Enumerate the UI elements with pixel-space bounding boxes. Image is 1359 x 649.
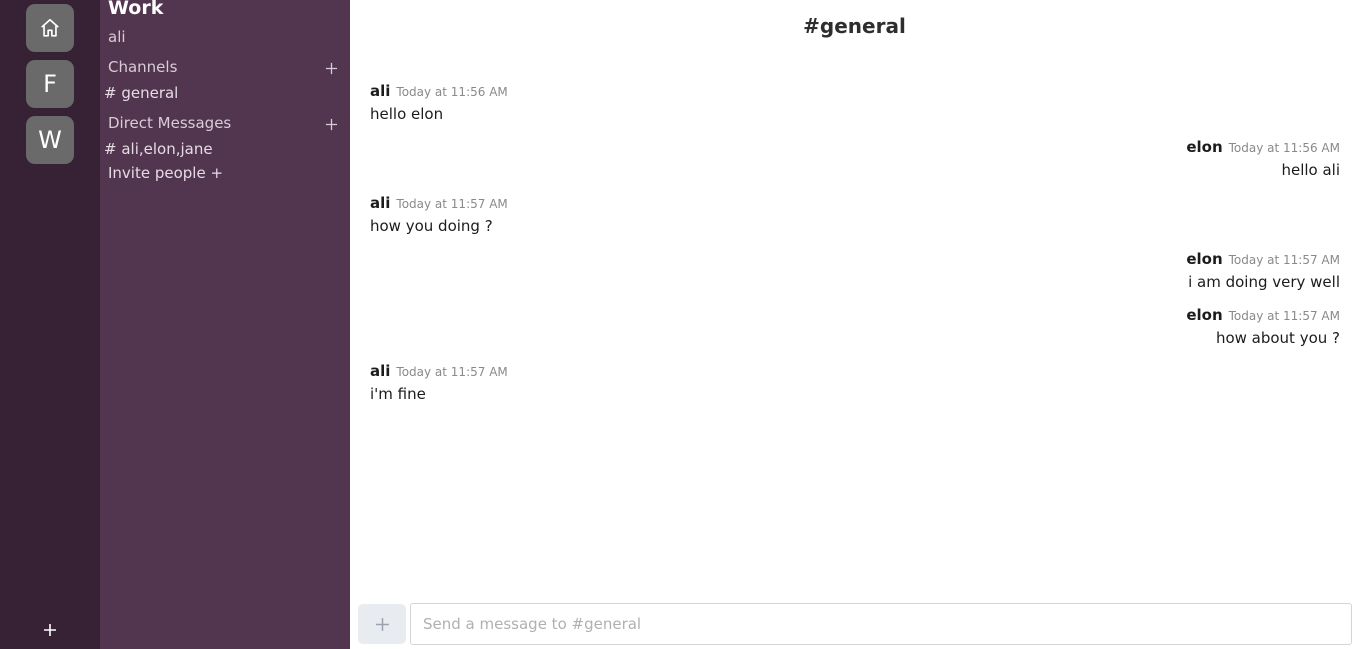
add-workspace-button[interactable]	[38, 618, 62, 642]
plus-icon	[375, 617, 389, 631]
sidebar-item-dm-ali-elon-jane[interactable]: # ali,elon,jane	[104, 140, 213, 158]
home-icon	[41, 18, 59, 37]
workspace-button-f[interactable]: F	[26, 60, 74, 108]
message-author[interactable]: ali	[370, 362, 390, 380]
message-text: i am doing very well	[1188, 273, 1340, 291]
current-user-name: ali	[108, 28, 126, 46]
message-text: how you doing ?	[370, 217, 493, 235]
channel-title: #general	[803, 14, 906, 38]
message-input[interactable]	[410, 603, 1352, 645]
home-button[interactable]	[26, 4, 74, 52]
message-author[interactable]: elon	[1186, 250, 1222, 268]
channel-sidebar: Work ali Channels # general Direct Messa…	[100, 0, 350, 649]
message-timestamp: Today at 11:56 AM	[396, 85, 508, 99]
message-author[interactable]: ali	[370, 82, 390, 100]
message-timestamp: Today at 11:57 AM	[1228, 253, 1340, 267]
message-text: i'm fine	[370, 385, 426, 403]
message-author[interactable]: elon	[1186, 306, 1222, 324]
message-author[interactable]: ali	[370, 194, 390, 212]
workspace-initial: F	[43, 70, 57, 98]
workspace-rail: F W	[0, 0, 100, 649]
plus-icon	[325, 62, 337, 74]
message-text: hello elon	[370, 105, 444, 123]
message-timestamp: Today at 11:57 AM	[396, 365, 508, 379]
sidebar-item-general[interactable]: # general	[104, 84, 178, 102]
plus-icon	[325, 118, 337, 130]
message-timestamp: Today at 11:57 AM	[396, 197, 508, 211]
add-direct-message-button[interactable]	[322, 115, 340, 133]
attach-button[interactable]	[358, 604, 406, 644]
chat-main: #general ali Today at 11:56 AM hello elon…	[350, 0, 1359, 649]
direct-messages-section-title[interactable]: Direct Messages	[108, 114, 231, 132]
message-text: how about you ?	[1215, 329, 1340, 347]
add-channel-button[interactable]	[322, 59, 340, 77]
plus-icon	[44, 624, 56, 636]
message-text: hello ali	[1281, 161, 1340, 179]
workspace-button-w[interactable]: W	[26, 116, 74, 164]
message-author[interactable]: elon	[1186, 138, 1222, 156]
invite-people-link[interactable]: Invite people +	[108, 164, 223, 182]
team-name: Work	[108, 0, 164, 19]
channels-section-title[interactable]: Channels	[108, 58, 177, 76]
message-timestamp: Today at 11:56 AM	[1228, 141, 1340, 155]
message-timestamp: Today at 11:57 AM	[1228, 309, 1340, 323]
workspace-initial: W	[38, 126, 62, 154]
